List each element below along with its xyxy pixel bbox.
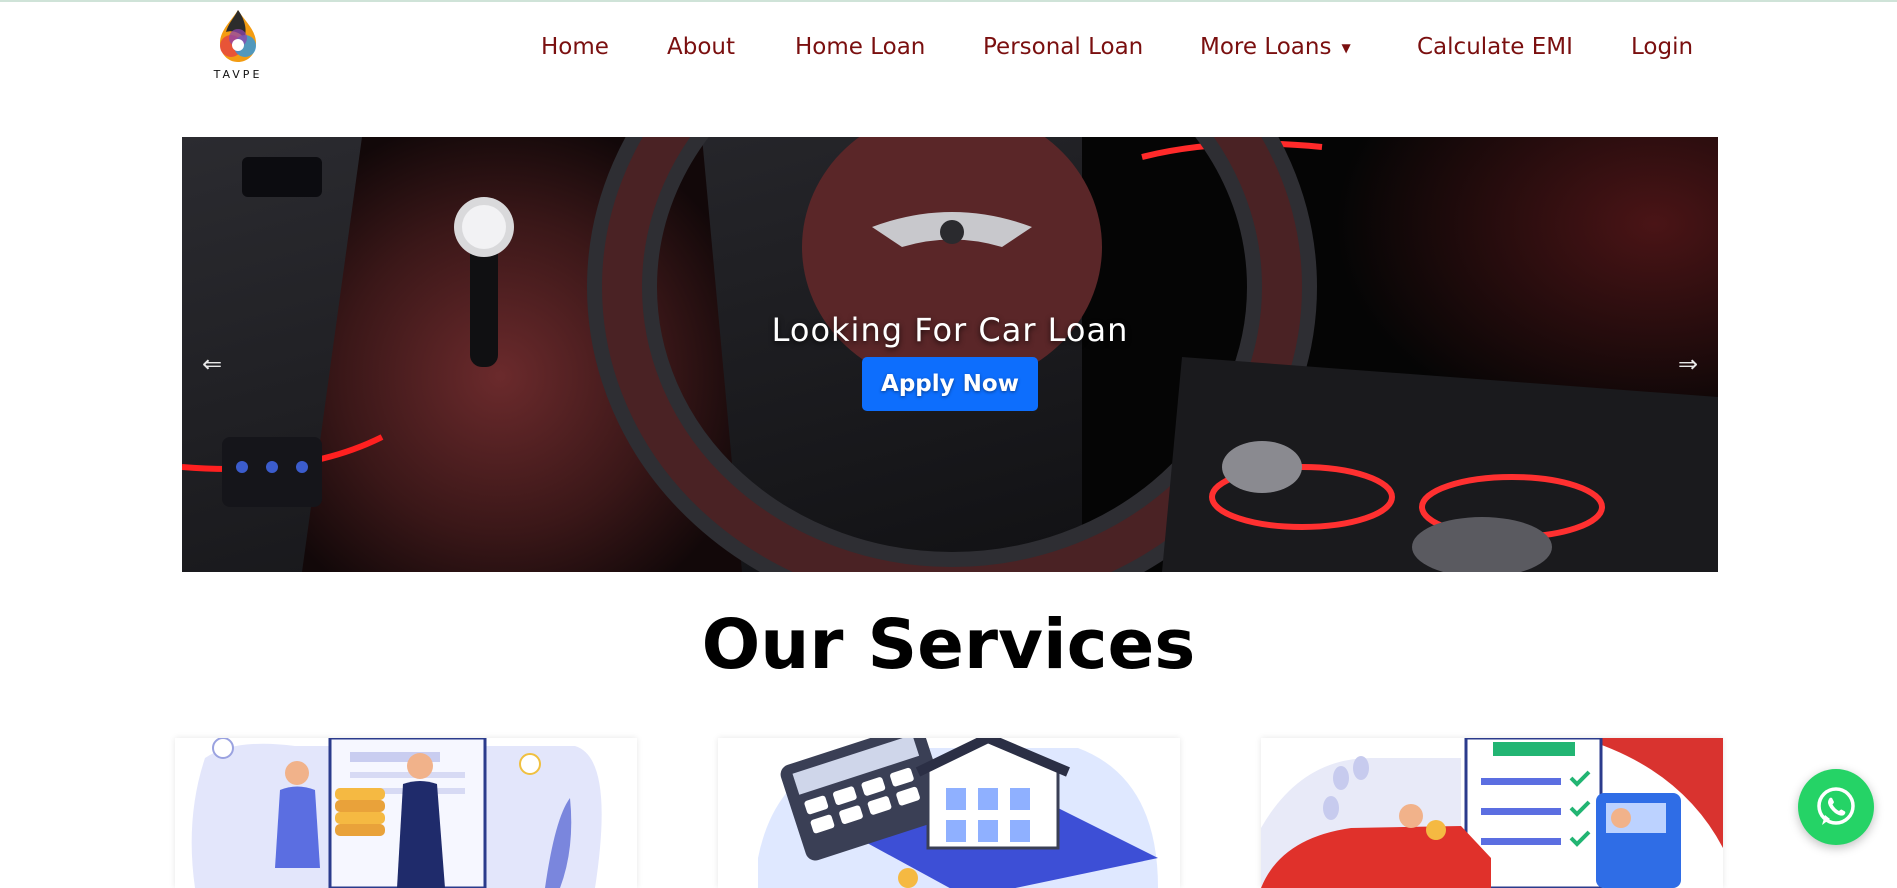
carousel-prev-arrow-icon[interactable]: ⇐ <box>192 344 232 384</box>
car-checklist-illustration <box>1261 738 1723 888</box>
services-heading: Our Services <box>701 605 1196 685</box>
carousel-next-arrow-icon[interactable]: ⇒ <box>1668 344 1708 384</box>
nav-about[interactable]: About <box>667 30 735 64</box>
nav-personal-loan[interactable]: Personal Loan <box>983 30 1143 64</box>
hero-carousel: Looking For Car Loan Apply Now ⇐ ⇒ <box>182 137 1718 572</box>
carousel-caption: Looking For Car Loan <box>771 311 1129 349</box>
nav-more-loans[interactable]: More Loans ▼ <box>1200 30 1351 67</box>
whatsapp-icon <box>1817 787 1855 825</box>
service-card-3[interactable] <box>1261 738 1723 888</box>
car-interior-image <box>182 137 1718 572</box>
coin-exchange-illustration <box>191 738 602 888</box>
nav-more-loans-label: More Loans <box>1200 34 1332 60</box>
service-card-2[interactable] <box>718 738 1180 888</box>
nav-home-loan[interactable]: Home Loan <box>795 30 925 64</box>
nav-calculate-emi[interactable]: Calculate EMI <box>1417 30 1573 64</box>
logo-text: TAVPE <box>213 68 263 81</box>
calculator-house-illustration <box>758 738 1158 888</box>
nav-login[interactable]: Login <box>1631 30 1693 64</box>
nav-home[interactable]: Home <box>541 30 609 64</box>
main-nav: Home About Home Loan Personal Loan More … <box>0 30 1897 64</box>
caret-down-icon: ▼ <box>1341 41 1351 55</box>
whatsapp-button[interactable] <box>1798 769 1874 845</box>
service-card-1[interactable] <box>175 738 637 888</box>
top-border-line <box>0 0 1897 2</box>
apply-now-button[interactable]: Apply Now <box>862 357 1038 411</box>
